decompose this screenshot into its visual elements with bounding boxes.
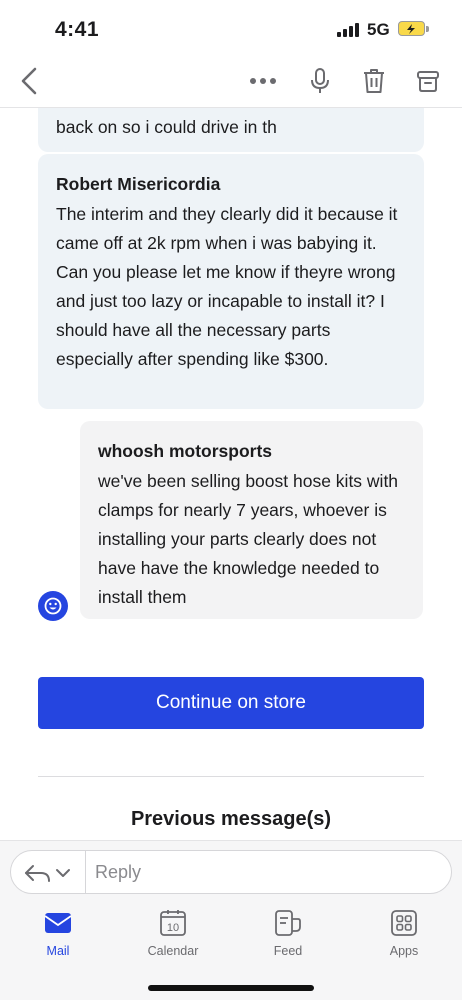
message-bubble-fragment: back on so i could drive in th (38, 108, 424, 152)
message-bubble-customer: Robert Misericordia The interim and they… (38, 154, 424, 409)
feed-icon (273, 908, 303, 938)
message-toolbar (0, 54, 462, 108)
message-body: we've been selling boost hose kits with … (98, 471, 399, 607)
tab-label: Calendar (147, 944, 199, 958)
calendar-date: 10 (167, 922, 179, 934)
message-thread: back on so i could drive in th Robert Mi… (0, 108, 462, 848)
reply-input[interactable]: Reply (10, 850, 452, 894)
status-time: 4:41 (55, 18, 100, 41)
reply-placeholder: Reply (95, 862, 142, 882)
status-bar: 4:41 5G (0, 0, 462, 54)
message-fragment-text: back on so i could drive in th (56, 117, 277, 137)
smiley-icon[interactable] (38, 591, 68, 621)
tab-feed[interactable]: Feed (248, 908, 328, 968)
message-sender: whoosh motorsports (98, 441, 273, 461)
calendar-icon: 10 (158, 908, 188, 938)
network-type: 5G (367, 20, 390, 39)
more-icon[interactable] (246, 64, 280, 98)
previous-messages-heading[interactable]: Previous message(s) (0, 808, 462, 831)
archive-icon[interactable] (411, 64, 445, 98)
tab-calendar[interactable]: 10 Calendar (133, 908, 213, 968)
microphone-icon[interactable] (303, 64, 337, 98)
home-indicator[interactable] (148, 985, 314, 991)
battery-cap (426, 26, 429, 32)
signal-icon (337, 23, 359, 37)
reply-bar: Reply (0, 840, 462, 902)
apps-icon (389, 908, 419, 938)
tab-label: Mail (46, 944, 70, 958)
trash-icon[interactable] (357, 64, 391, 98)
reply-options-button[interactable] (23, 861, 75, 885)
tab-apps[interactable]: Apps (364, 908, 444, 968)
tab-label: Feed (273, 944, 303, 958)
tab-label: Apps (389, 944, 419, 958)
mail-icon (43, 908, 73, 938)
divider (38, 776, 424, 777)
message-bubble-seller: whoosh motorsports we've been selling bo… (80, 421, 423, 619)
battery-icon (398, 21, 425, 36)
tab-mail[interactable]: Mail (18, 908, 98, 968)
message-sender: Robert Misericordia (56, 174, 221, 194)
back-icon[interactable] (12, 64, 46, 98)
reply-separator (85, 851, 86, 893)
message-body: The interim and they clearly did it beca… (56, 204, 398, 369)
continue-on-store-button[interactable]: Continue on store (38, 677, 424, 729)
